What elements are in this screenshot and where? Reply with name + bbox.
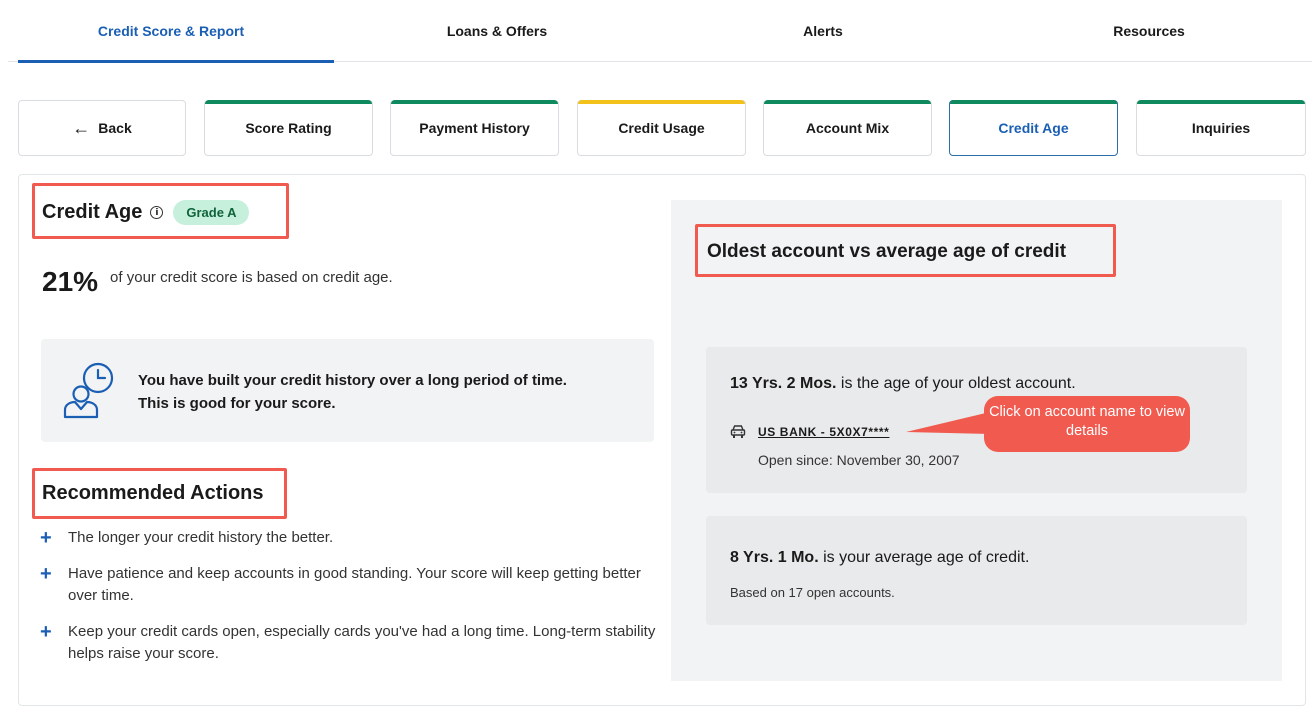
tab-inquiries[interactable]: Inquiries [1136,100,1306,156]
tab-credit-age[interactable]: Credit Age [949,100,1118,156]
tab-loans-offers[interactable]: Loans & Offers [334,0,660,62]
tab-score-rating[interactable]: Score Rating [204,100,373,156]
back-label: Back [98,120,132,136]
history-text: You have built your credit history over … [138,369,567,415]
tab-label: Credit Age [998,120,1069,136]
back-button[interactable]: ← Back [18,100,186,156]
list-item: + The longer your credit history the bet… [40,527,660,549]
plus-icon: + [40,563,52,585]
tab-label: Inquiries [1191,120,1251,136]
open-since-date: Open since: November 30, 2007 [758,452,960,468]
oldest-age: 13 Yrs. 2 Mos. [730,375,837,392]
tab-payment-history[interactable]: Payment History [390,100,559,156]
plus-icon: + [40,621,52,643]
oldest-vs-average-heading: Oldest account vs average age of credit [707,241,1067,262]
credit-age-weight: 21% of your credit score is based on cre… [42,266,393,298]
grade-badge: Grade A [173,200,250,225]
oldest-age-text: is the age of your oldest account. [836,375,1076,392]
person-clock-icon [63,362,114,419]
tab-label: Payment History [419,120,530,136]
weight-text: of your credit score is based on credit … [110,269,393,286]
callout-tooltip: Click on account name to view details [984,396,1190,452]
tab-credit-usage[interactable]: Credit Usage [577,100,746,156]
tab-account-mix[interactable]: Account Mix [763,100,932,156]
account-link-row: US BANK - 5X0X7**** [730,424,889,439]
credit-age-heading: Credit Age i Grade A [42,200,250,225]
top-navigation: Credit Score & Report Loans & Offers Ale… [8,0,1312,63]
status-bar [764,100,931,104]
car-icon [730,425,746,438]
average-age-line: 8 Yrs. 1 Mo. is your average age of cred… [730,549,1029,567]
open-accounts-count: Based on 17 open accounts. [730,585,895,600]
tab-label: Account Mix [805,120,890,136]
list-item: + Keep your credit cards open, especiall… [40,621,660,665]
recommended-actions-list: + The longer your credit history the bet… [40,527,660,679]
tab-resources[interactable]: Resources [986,0,1312,62]
callout-pointer [906,412,990,434]
oldest-age-line: 13 Yrs. 2 Mos. is the age of your oldest… [730,375,1076,393]
tab-label: Credit Usage [618,120,705,136]
history-line-2: This is good for your score. [138,395,336,412]
average-age: 8 Yrs. 1 Mo. [730,549,819,566]
average-age-text: is your average age of credit. [818,549,1030,566]
status-bar [205,100,372,104]
action-text: The longer your credit history the bette… [68,529,334,546]
page-title: Credit Age [42,201,143,223]
action-text: Keep your credit cards open, especially … [68,623,656,662]
list-item: + Have patience and keep accounts in goo… [40,563,660,607]
status-bar [578,100,745,104]
account-name-link[interactable]: US BANK - 5X0X7**** [758,425,889,439]
tab-alerts[interactable]: Alerts [660,0,986,62]
action-text: Have patience and keep accounts in good … [68,565,641,604]
status-bar [391,100,558,104]
arrow-left-icon: ← [72,117,91,138]
tab-credit-score-report[interactable]: Credit Score & Report [8,0,334,63]
tab-label: Score Rating [245,120,332,136]
info-icon[interactable]: i [150,206,164,219]
recommended-actions-heading: Recommended Actions [42,482,264,504]
average-age-card [706,516,1247,625]
plus-icon: + [40,527,52,549]
weight-percent: 21% [42,266,99,297]
history-message: You have built your credit history over … [41,339,654,442]
status-bar [1137,100,1305,104]
status-bar [950,100,1117,104]
history-line-1: You have built your credit history over … [138,372,567,389]
